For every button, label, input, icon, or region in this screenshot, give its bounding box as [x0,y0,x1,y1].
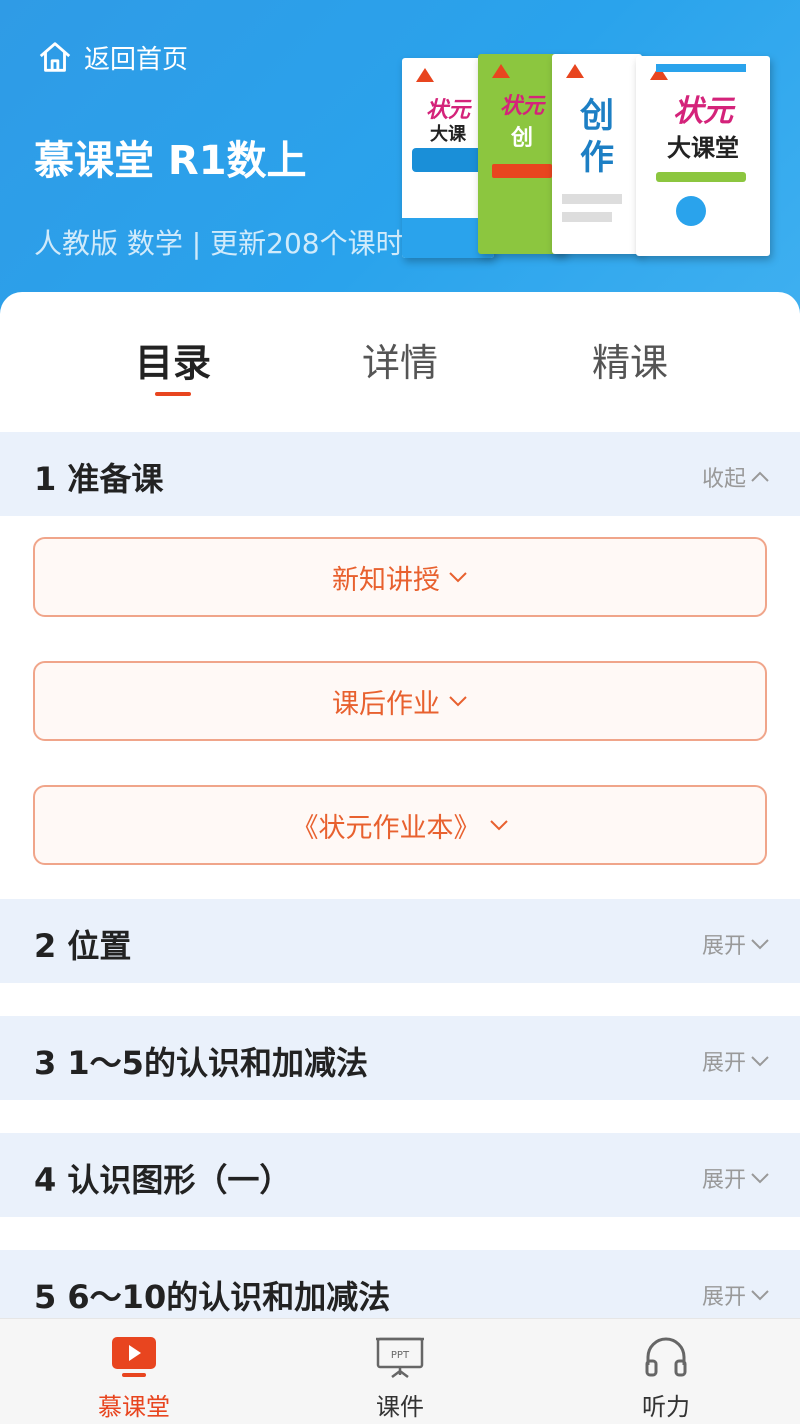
svg-text:PPT: PPT [391,1350,410,1361]
nav-label: 听力 [642,1393,690,1421]
course-header: 返回首页 慕课堂 R1数上 人教版 数学 | 更新208个课时 状元 大课 状元… [0,0,800,330]
course-subtitle: 人教版 数学 | 更新208个课时 [34,227,404,260]
chapter-header[interactable]: 2 位置 展开 [0,899,800,983]
chevron-down-icon [751,939,769,950]
nav-label: 课件 [376,1393,424,1421]
nav-courseware[interactable]: PPT 课件 [330,1331,470,1422]
collapse-toggle[interactable]: 收起 [702,461,770,493]
chevron-down-icon [751,1056,769,1067]
tab-bar: 目录 详情 精课 [0,292,800,430]
chevron-up-icon [751,471,769,482]
chevron-down-icon [751,1290,769,1301]
lesson-label: 课后作业 [332,688,440,720]
tab-catalog[interactable]: 目录 [103,332,243,387]
book-cover: 状元 大课堂 [636,56,770,256]
chapter-title: 3 1～5的认识和加减法 [34,1044,368,1082]
home-icon [39,42,71,72]
back-home-button[interactable]: 返回首页 [36,38,188,76]
chevron-down-icon [751,1173,769,1184]
expand-toggle[interactable]: 展开 [702,1045,770,1077]
chapter-header[interactable]: 1 准备课 收起 [0,432,800,516]
tab-details[interactable]: 详情 [330,332,470,387]
lesson-label: 《状元作业本》 [291,812,481,844]
chapter-header[interactable]: 3 1～5的认识和加减法 展开 [0,1016,800,1100]
toggle-label: 展开 [701,1051,746,1076]
chevron-down-icon [449,572,467,583]
chapter-title: 2 位置 [34,927,132,965]
lesson-item[interactable]: 课后作业 [33,661,767,741]
toggle-label: 展开 [701,934,746,959]
lesson-item[interactable]: 新知讲授 [33,537,767,617]
book-cover: 创 作 [552,54,642,254]
toggle-label: 展开 [701,1285,746,1310]
toggle-label: 收起 [701,467,746,492]
nav-label: 慕课堂 [98,1393,170,1421]
lesson-item[interactable]: 《状元作业本》 [33,785,767,865]
content-card: 目录 详情 精课 1 准备课 收起 新知讲授 课后作业 《状元作业本》 2 位置… [0,292,800,1334]
lesson-label: 新知讲授 [332,564,440,596]
chapter-title: 4 认识图形（一） [34,1161,292,1199]
chevron-down-icon [489,820,508,831]
book-covers: 状元 大课 状元 创 创 作 状元 大课堂 [400,52,780,262]
chapter-title: 5 6～10的认识和加减法 [34,1278,391,1316]
expand-toggle[interactable]: 展开 [702,928,770,960]
active-tab-indicator [155,392,191,396]
chevron-down-icon [449,696,467,707]
headphones-icon [645,1337,687,1377]
nav-listening[interactable]: 听力 [596,1331,736,1422]
bottom-nav: 慕课堂 PPT 课件 听力 [0,1318,800,1424]
ppt-icon: PPT [376,1337,424,1378]
tab-featured[interactable]: 精课 [560,332,700,387]
toggle-label: 展开 [701,1168,746,1193]
nav-mooc[interactable]: 慕课堂 [64,1331,204,1422]
expand-toggle[interactable]: 展开 [702,1279,770,1311]
course-title: 慕课堂 R1数上 [34,138,307,184]
back-home-label: 返回首页 [84,44,189,75]
chapter-title: 1 准备课 [34,460,164,498]
video-play-icon [112,1337,156,1377]
expand-toggle[interactable]: 展开 [702,1162,770,1194]
chapter-header[interactable]: 4 认识图形（一） 展开 [0,1133,800,1217]
